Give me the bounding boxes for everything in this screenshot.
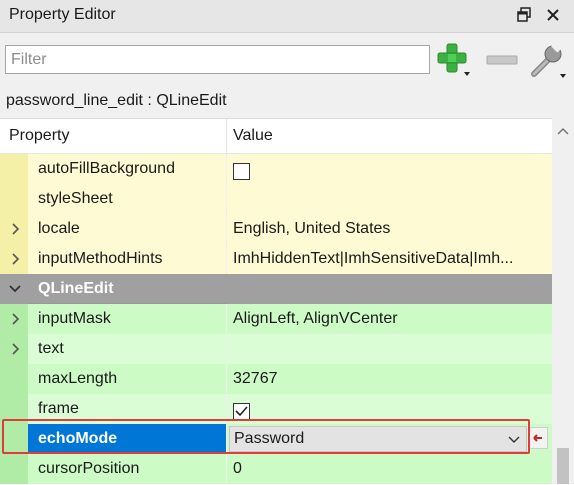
property-value[interactable] xyxy=(227,184,552,214)
chevron-right-icon[interactable] xyxy=(9,253,21,265)
table-row[interactable]: autoFillBackground xyxy=(0,154,552,184)
frame-checkbox[interactable] xyxy=(233,403,250,421)
autofill-checkbox[interactable] xyxy=(233,163,250,181)
plus-icon[interactable] xyxy=(436,40,474,80)
table-row[interactable]: inputMask AlignLeft, AlignVCenter xyxy=(0,304,552,334)
property-name: echoMode xyxy=(28,424,226,454)
chevron-right-icon[interactable] xyxy=(9,313,21,325)
header-property[interactable]: Property xyxy=(9,127,69,145)
chevron-down-icon[interactable] xyxy=(9,283,21,295)
float-icon[interactable] xyxy=(514,5,534,25)
vertical-scrollbar[interactable] xyxy=(552,118,574,484)
header-value[interactable]: Value xyxy=(233,127,273,145)
table-row[interactable]: text xyxy=(0,334,552,364)
minus-icon[interactable] xyxy=(484,46,522,74)
chevron-right-icon[interactable] xyxy=(9,343,21,355)
reset-icon[interactable] xyxy=(528,427,548,449)
table-row[interactable]: maxLength 32767 xyxy=(0,364,552,394)
property-name: locale xyxy=(28,214,226,244)
property-name: text xyxy=(28,334,226,364)
echo-mode-selected: Password xyxy=(234,430,305,447)
property-name: styleSheet xyxy=(28,184,226,214)
chevron-down-icon xyxy=(508,436,520,443)
property-name: autoFillBackground xyxy=(28,154,226,184)
table-row[interactable]: styleSheet xyxy=(0,184,552,214)
wrench-icon[interactable] xyxy=(528,40,570,80)
filter-input[interactable] xyxy=(5,45,430,74)
table-row-selected[interactable]: echoMode Password xyxy=(0,424,552,454)
object-label: password_line_edit : QLineEdit xyxy=(6,92,227,109)
property-tree[interactable]: Property Value autoFillBackground styleS… xyxy=(0,118,574,485)
property-value[interactable] xyxy=(227,154,552,184)
echo-mode-select[interactable]: Password xyxy=(229,426,527,452)
title-bar: Property Editor xyxy=(0,0,574,33)
property-value[interactable] xyxy=(227,394,552,424)
table-row[interactable]: locale English, United States xyxy=(0,214,552,244)
section-header[interactable]: QLineEdit xyxy=(0,274,552,304)
property-value[interactable] xyxy=(227,334,552,364)
scroll-thumb[interactable] xyxy=(557,448,569,484)
close-icon[interactable] xyxy=(543,5,563,25)
property-value[interactable]: Password xyxy=(227,424,552,454)
section-title: QLineEdit xyxy=(38,280,114,297)
property-name: maxLength xyxy=(28,364,226,394)
chevron-right-icon[interactable] xyxy=(9,223,21,235)
property-name: inputMask xyxy=(28,304,226,334)
table-row[interactable]: inputMethodHints ImhHiddenText|ImhSensit… xyxy=(0,244,552,274)
panel-title: Property Editor xyxy=(9,6,116,23)
property-value[interactable]: English, United States xyxy=(227,214,552,244)
table-row[interactable]: cursorPosition 0 xyxy=(0,454,552,484)
check-icon xyxy=(235,406,248,417)
tree-header: Property Value xyxy=(0,119,552,154)
property-value[interactable]: 0 xyxy=(227,454,552,484)
table-row[interactable]: frame xyxy=(0,394,552,424)
property-value[interactable]: AlignLeft, AlignVCenter xyxy=(227,304,552,334)
property-name: cursorPosition xyxy=(28,454,226,484)
property-value[interactable]: ImhHiddenText|ImhSensitiveData|Imh... xyxy=(227,244,552,274)
property-name: frame xyxy=(28,394,226,424)
property-value[interactable]: 32767 xyxy=(227,364,552,394)
property-rows: autoFillBackground styleSheet locale Eng… xyxy=(0,154,552,484)
property-name: inputMethodHints xyxy=(28,244,226,274)
scroll-up-icon[interactable] xyxy=(557,126,569,136)
